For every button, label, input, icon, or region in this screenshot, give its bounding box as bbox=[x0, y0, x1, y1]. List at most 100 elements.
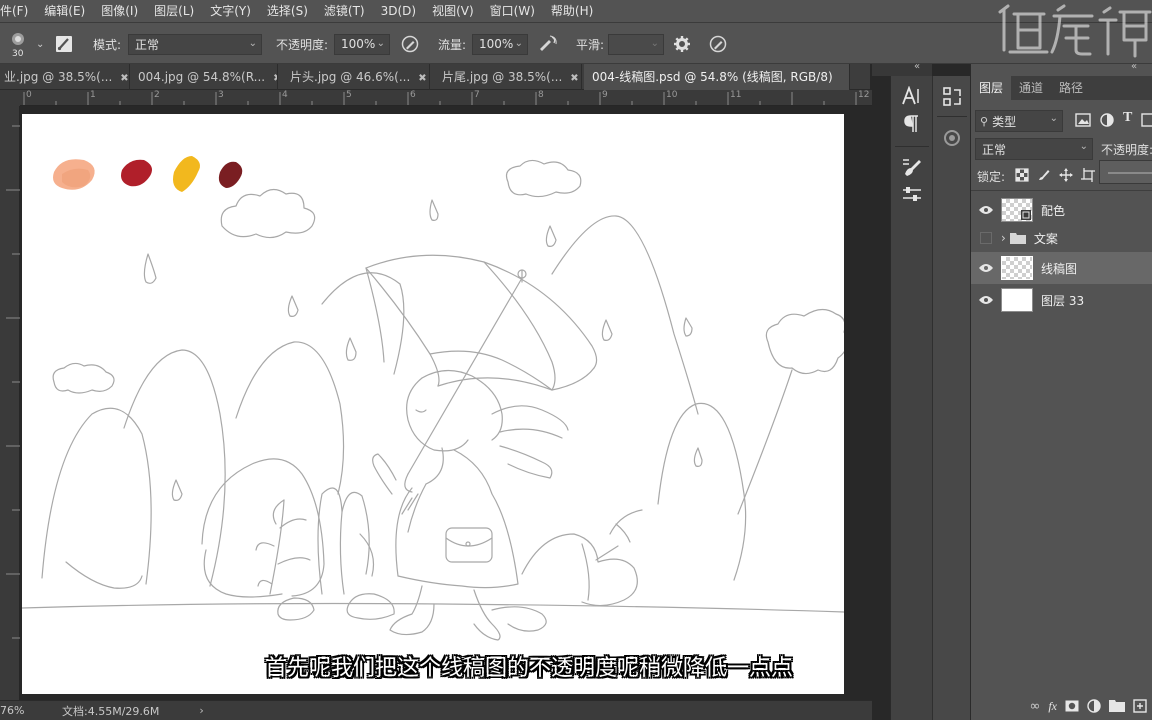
options-bar: 30 ⌄ 模式: 正常 ⌄ 不透明度: 100% ⌄ 流量: 100% ⌄ 平滑… bbox=[0, 22, 1152, 64]
layer-row-xiangaotu[interactable]: 线稿图 bbox=[971, 252, 1152, 284]
pressure-opacity-button[interactable] bbox=[400, 23, 420, 65]
brush-panel-button[interactable] bbox=[901, 156, 923, 181]
menu-3d[interactable]: 3D(D) bbox=[373, 0, 424, 22]
tab-paths[interactable]: 路径 bbox=[1051, 76, 1091, 100]
opacity-label: 不透明度: bbox=[276, 37, 329, 52]
adjustments-panel-button[interactable] bbox=[942, 128, 962, 151]
link-icon[interactable]: ∞ bbox=[1029, 699, 1040, 714]
flow-label: 流量: bbox=[438, 37, 467, 52]
tab-document-4[interactable]: 片尾.jpg @ 38.5%(... ✖ bbox=[434, 64, 582, 90]
visibility-toggle[interactable] bbox=[971, 232, 1001, 244]
document-tab-bar: 业.jpg @ 38.5%(... ✖ 004.jpg @ 54.8%(R... ✖… bbox=[0, 64, 870, 90]
tab-document-3[interactable]: 片头.jpg @ 46.6%(... ✖ bbox=[282, 64, 430, 90]
pressure-size-button[interactable] bbox=[708, 23, 728, 65]
history-panel-button[interactable] bbox=[942, 86, 962, 111]
chevron-down-icon[interactable]: ⌄ bbox=[515, 38, 523, 49]
panel-collapse-bar[interactable]: « bbox=[872, 61, 932, 76]
fx-icon[interactable]: fx bbox=[1048, 699, 1057, 714]
brush-settings-toggle[interactable] bbox=[54, 23, 74, 65]
tab-label: 片尾.jpg @ 38.5%(... bbox=[442, 70, 563, 84]
tab-document-1[interactable]: 业.jpg @ 38.5%(... ✖ bbox=[0, 64, 130, 90]
menu-view[interactable]: 视图(V) bbox=[424, 0, 482, 22]
chevron-down-icon: ⌄ bbox=[1049, 113, 1058, 124]
menu-window[interactable]: 窗口(W) bbox=[482, 0, 543, 22]
filter-shape-button[interactable] bbox=[1141, 112, 1152, 131]
ruler-ticks bbox=[23, 92, 857, 105]
lock-position-button[interactable] bbox=[1059, 168, 1073, 185]
layer-name: 配色 bbox=[1041, 203, 1066, 218]
layer-filter-select[interactable]: ⚲ 类型 ⌄ bbox=[975, 110, 1063, 132]
chevron-down-icon[interactable]: ⌄ bbox=[651, 38, 659, 49]
chevron-right-icon[interactable]: › bbox=[1001, 231, 1006, 245]
tab-document-2[interactable]: 004.jpg @ 54.8%(R... ✖ bbox=[130, 64, 278, 90]
lock-pixels-button[interactable] bbox=[1037, 168, 1051, 185]
chevron-down-icon[interactable]: ⌄ bbox=[36, 39, 44, 50]
adjustment-layer-icon[interactable] bbox=[1087, 699, 1101, 713]
menu-select[interactable]: 选择(S) bbox=[259, 0, 316, 22]
smoothing-settings-button[interactable] bbox=[673, 23, 691, 65]
vertical-ruler[interactable] bbox=[0, 106, 20, 700]
horizontal-ruler[interactable]: 0 1 2 3 4 5 6 7 8 9 10 11 12 bbox=[20, 90, 872, 106]
search-icon: ⚲ bbox=[980, 114, 989, 128]
lock-transparent-button[interactable] bbox=[1015, 168, 1029, 185]
airbrush-button[interactable] bbox=[537, 23, 559, 65]
close-icon[interactable]: ✖ bbox=[273, 73, 277, 84]
opacity-field[interactable]: 100% ⌄ bbox=[334, 33, 390, 55]
opacity-slider-popup[interactable] bbox=[1099, 160, 1152, 184]
menu-edit[interactable]: 编辑(E) bbox=[36, 0, 93, 22]
smoothing-field[interactable]: ⌄ bbox=[608, 33, 664, 55]
character-panel-button[interactable] bbox=[901, 85, 923, 109]
zoom-level[interactable]: 76% bbox=[0, 704, 56, 717]
new-layer-icon[interactable] bbox=[1133, 699, 1147, 713]
blend-mode-select[interactable]: 正常 ⌄ bbox=[975, 138, 1093, 160]
filter-adjustment-button[interactable] bbox=[1099, 112, 1115, 131]
menu-help[interactable]: 帮助(H) bbox=[543, 0, 601, 22]
lock-artboard-button[interactable] bbox=[1081, 168, 1095, 185]
lock-label: 锁定: bbox=[977, 170, 1006, 184]
layer-name: 文案 bbox=[1033, 231, 1058, 246]
paragraph-icon bbox=[904, 115, 918, 132]
close-icon[interactable]: ✖ bbox=[418, 73, 426, 84]
brush-settings-panel-button[interactable] bbox=[901, 184, 923, 207]
canvas-workspace[interactable] bbox=[20, 106, 872, 700]
menu-layer[interactable]: 图层(L) bbox=[146, 0, 202, 22]
paragraph-panel-button[interactable] bbox=[903, 114, 921, 137]
line-art-illustration bbox=[21, 156, 848, 641]
visibility-toggle[interactable] bbox=[971, 295, 1001, 305]
filter-pixel-button[interactable] bbox=[1075, 112, 1091, 131]
new-group-icon[interactable] bbox=[1109, 699, 1125, 713]
layer-name: 图层 33 bbox=[1041, 293, 1085, 308]
mode-select[interactable]: 正常 ⌄ bbox=[128, 33, 262, 55]
character-panel-strip bbox=[890, 76, 932, 720]
tab-label: 004-线稿图.psd @ 54.8% (线稿图, RGB/8) bbox=[592, 70, 833, 84]
chevron-right-icon[interactable]: › bbox=[199, 704, 203, 717]
layer-row-peise[interactable]: 配色 bbox=[971, 194, 1152, 226]
menu-filter[interactable]: 滤镜(T) bbox=[316, 0, 373, 22]
visibility-toggle[interactable] bbox=[971, 263, 1001, 273]
menu-type[interactable]: 文字(Y) bbox=[202, 0, 259, 22]
ruler-number: 4 bbox=[282, 90, 288, 100]
close-icon[interactable]: ✖ bbox=[120, 73, 128, 84]
visibility-toggle[interactable] bbox=[971, 205, 1001, 215]
layer-mask-icon[interactable] bbox=[1065, 699, 1079, 713]
gear-icon bbox=[674, 36, 690, 52]
tab-layers[interactable]: 图层 bbox=[971, 76, 1012, 100]
tab-channels[interactable]: 通道 bbox=[1011, 76, 1051, 100]
hidden-checkbox bbox=[980, 232, 992, 244]
close-icon[interactable]: ✖ bbox=[570, 73, 578, 84]
flow-field[interactable]: 100% ⌄ bbox=[472, 33, 528, 55]
opacity-slider-track[interactable] bbox=[1108, 172, 1152, 174]
brush-preset-picker[interactable]: 30 ⌄ bbox=[6, 23, 44, 65]
type-filter-icon[interactable]: T bbox=[1123, 110, 1132, 126]
collapse-arrows-icon[interactable]: « bbox=[914, 61, 920, 72]
menu-file[interactable]: 件(F) bbox=[0, 0, 36, 22]
document-canvas[interactable] bbox=[21, 114, 848, 694]
layer-row-wenan-group[interactable]: › 文案 bbox=[971, 226, 1152, 250]
ruler-number: 7 bbox=[474, 90, 480, 100]
collapse-arrows-icon[interactable]: « bbox=[1131, 61, 1137, 72]
tab-document-active[interactable]: 004-线稿图.psd @ 54.8% (线稿图, RGB/8) bbox=[584, 64, 850, 90]
chevron-down-icon[interactable]: ⌄ bbox=[377, 38, 385, 49]
menu-bar: 件(F) 编辑(E) 图像(I) 图层(L) 文字(Y) 选择(S) 滤镜(T)… bbox=[0, 0, 1152, 22]
menu-image[interactable]: 图像(I) bbox=[93, 0, 146, 22]
layer-row-layer33[interactable]: 图层 33 bbox=[971, 284, 1152, 316]
